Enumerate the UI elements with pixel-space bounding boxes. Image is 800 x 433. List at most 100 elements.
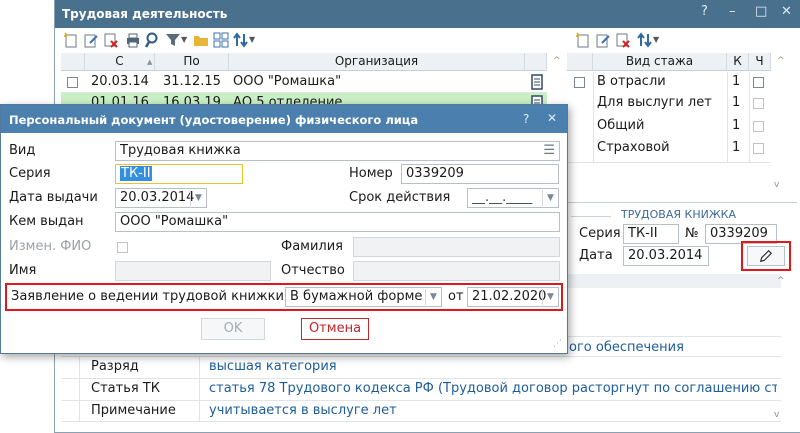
sort-seniority-dropdown-icon[interactable]: ▼: [653, 35, 659, 44]
folder-icon[interactable]: [193, 32, 209, 48]
work-col-check: [61, 53, 85, 71]
new-seniority-icon[interactable]: [575, 32, 591, 48]
seniority-type: Для выслуги лет: [597, 95, 712, 110]
labor-book-number-label: №: [685, 226, 699, 241]
seniority-ch-checkbox[interactable]: [753, 121, 764, 132]
number-field[interactable]: 0339209: [401, 164, 559, 184]
details-link-tail[interactable]: ого обеспечения: [569, 340, 684, 355]
series-field[interactable]: ТК-II: [115, 164, 243, 184]
cancel-button[interactable]: Отмена: [301, 318, 369, 340]
document-icon[interactable]: [529, 74, 545, 90]
surname-field[interactable]: [353, 237, 560, 257]
seniority-k: 1: [732, 118, 741, 133]
labor-book-date-field: 20.03.2014: [623, 246, 709, 266]
dialog-help-icon[interactable]: ?: [523, 112, 529, 126]
search-icon[interactable]: [145, 32, 161, 48]
filter-icon[interactable]: [165, 32, 181, 48]
list-item[interactable]: Общий 1: [567, 116, 771, 136]
dialog-title-bar: Персональный документ (удостоверение) фи…: [1, 105, 567, 133]
row-to: 31.12.15: [163, 74, 221, 89]
name-change-checkbox[interactable]: [117, 242, 128, 253]
series-value: ТК-II: [120, 166, 152, 181]
detail-label: Примечание: [91, 403, 176, 418]
resize-grip-icon[interactable]: ⋰: [553, 339, 563, 349]
work-col-from[interactable]: С: [85, 53, 155, 71]
group-icon[interactable]: [213, 32, 229, 48]
validity-field[interactable]: __.__.____ ▼: [467, 188, 559, 208]
document-dialog: Персональный документ (удостоверение) фи…: [0, 104, 568, 354]
validity-value: __.__.____: [472, 190, 533, 205]
edit-button-highlight: [741, 241, 791, 271]
new-record-icon[interactable]: [63, 32, 79, 48]
row-checkbox[interactable]: [574, 77, 585, 88]
details-scroll-up-icon[interactable]: ^: [777, 276, 785, 286]
number-label: Номер: [349, 166, 393, 181]
issued-by-field[interactable]: ООО "Ромашка": [115, 212, 560, 232]
detail-value[interactable]: статья 78 Трудового кодекса РФ (Трудовой…: [209, 379, 777, 399]
help-icon[interactable]: ?: [701, 4, 708, 19]
col-divider: [749, 72, 750, 162]
seniority-scroll-down-icon[interactable]: v: [774, 180, 779, 190]
filter-dropdown-icon[interactable]: ▼: [181, 35, 187, 44]
close-icon[interactable]: ✕: [781, 4, 792, 19]
detail-value[interactable]: учитывается в выслуге лет: [209, 401, 397, 421]
dialog-close-icon[interactable]: ✕: [547, 111, 557, 125]
delete-seniority-icon[interactable]: [615, 32, 631, 48]
seniority-k: 1: [732, 74, 741, 89]
detail-value[interactable]: высшая категория: [209, 357, 337, 377]
row-divider: [61, 92, 547, 93]
series-label: Серия: [9, 166, 51, 181]
list-item[interactable]: Страховой 1: [567, 138, 771, 158]
sort-icon[interactable]: [233, 32, 249, 48]
seniority-col-k[interactable]: К: [727, 53, 749, 71]
list-item[interactable]: Для выслуги лет 1: [567, 93, 771, 113]
patronymic-field[interactable]: [353, 261, 560, 281]
statement-row-highlight: [5, 283, 563, 311]
seniority-ch-checkbox[interactable]: [753, 143, 764, 154]
issue-date-value: 20.03.2014: [120, 190, 195, 205]
print-icon[interactable]: [125, 32, 141, 48]
row-from: 20.03.14: [91, 74, 149, 89]
kind-field[interactable]: Трудовая книжка ☰: [115, 141, 560, 161]
patronymic-label: Отчество: [281, 263, 345, 278]
labor-book-heading: ТРУДОВАЯ КНИЖКА: [621, 208, 737, 221]
table-row[interactable]: 20.03.14 31.12.15 ООО "Ромашка": [61, 72, 547, 92]
seniority-scroll-up-icon[interactable]: ^: [777, 56, 785, 66]
work-col-org[interactable]: Организация: [229, 53, 525, 71]
issue-date-field[interactable]: 20.03.2014 ▼: [115, 188, 207, 208]
row-checkbox[interactable]: [67, 77, 78, 88]
maximize-icon[interactable]: □: [755, 4, 767, 19]
seniority-ch-checkbox[interactable]: [753, 98, 764, 109]
work-scroll-up-icon[interactable]: ^: [553, 56, 561, 66]
issue-date-dropdown-icon[interactable]: ▼: [190, 190, 206, 206]
validity-dropdown-icon[interactable]: ▼: [542, 190, 558, 206]
seniority-ch-checkbox[interactable]: [753, 77, 764, 88]
delete-record-icon[interactable]: [103, 32, 119, 48]
edit-record-icon[interactable]: [83, 32, 99, 48]
seniority-k: 1: [732, 95, 741, 110]
ok-button[interactable]: OK: [201, 318, 265, 340]
list-item[interactable]: В отрасли 1: [567, 72, 771, 92]
edit-seniority-icon[interactable]: [595, 32, 611, 48]
first-name-label: Имя: [9, 263, 37, 278]
table-row[interactable]: Статья ТК статья 78 Трудового кодекса РФ…: [61, 379, 777, 399]
sort-seniority-icon[interactable]: [637, 32, 653, 48]
table-row[interactable]: Разряд высшая категория: [61, 357, 777, 377]
labor-book-series-label: Серия: [579, 226, 621, 241]
table-row[interactable]: Примечание учитывается в выслуге лет: [61, 401, 777, 421]
sort-asc-icon: ▲: [147, 58, 153, 66]
dialog-title: Персональный документ (удостоверение) фи…: [9, 113, 419, 127]
surname-label: Фамилия: [281, 239, 343, 254]
first-name-field[interactable]: [115, 261, 271, 281]
labor-book-rule-left: [571, 216, 611, 217]
details-scroll-down-icon[interactable]: v: [774, 410, 779, 420]
seniority-col-type[interactable]: Вид стажа: [593, 53, 727, 71]
minimize-icon[interactable]: –: [729, 4, 736, 19]
row-org: ООО "Ромашка": [233, 74, 342, 89]
sort-dropdown-icon[interactable]: ▼: [249, 35, 255, 44]
seniority-col-ch[interactable]: Ч: [749, 53, 771, 71]
validity-label: Срок действия: [349, 190, 451, 205]
work-col-to[interactable]: По: [155, 53, 229, 71]
issued-by-label: Кем выдан: [9, 214, 84, 229]
list-select-icon[interactable]: ☰: [543, 142, 555, 160]
